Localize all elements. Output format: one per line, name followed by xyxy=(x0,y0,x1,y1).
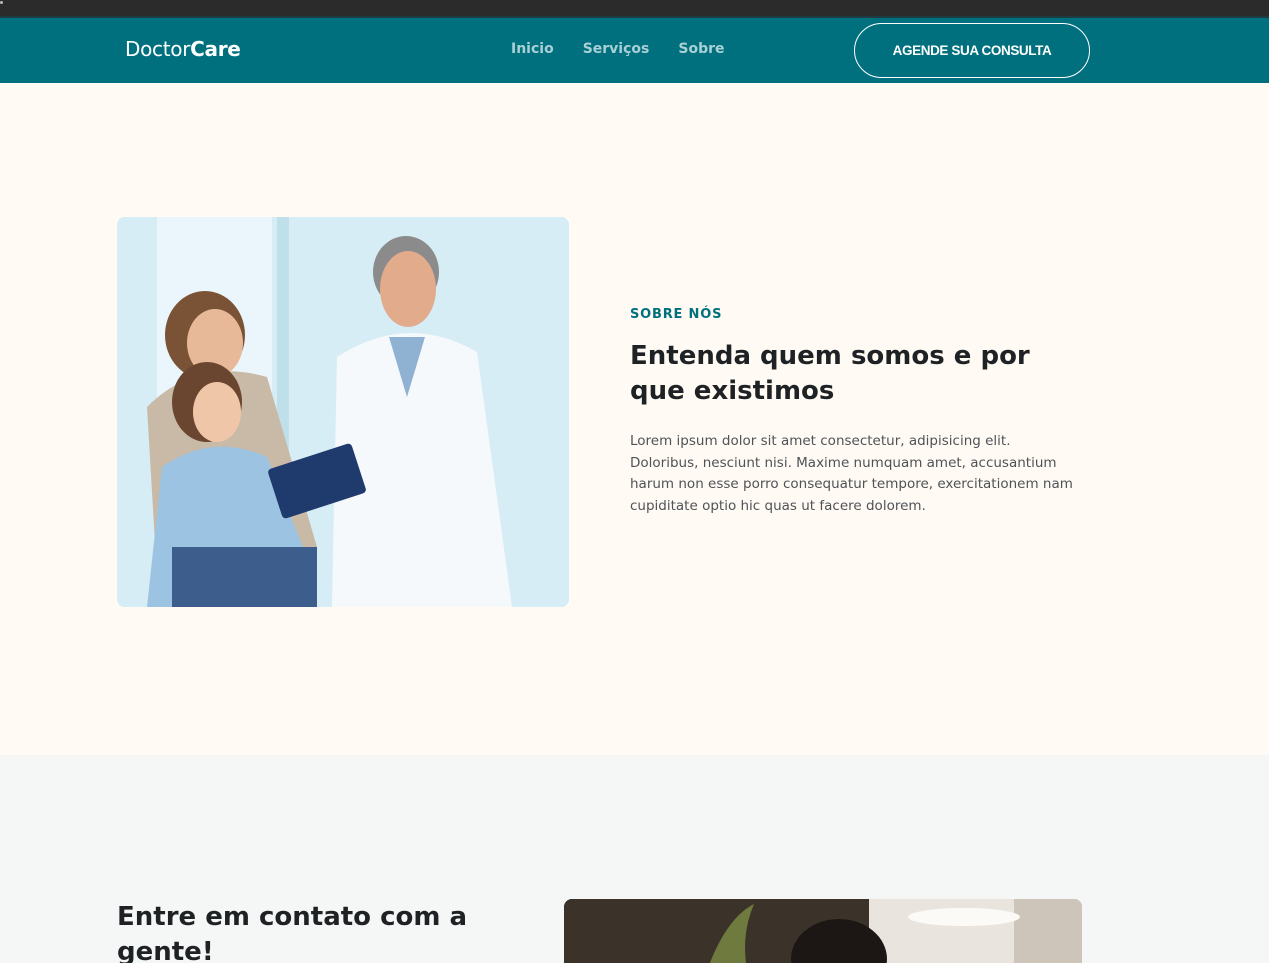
nav-link-servicos[interactable]: Serviços xyxy=(583,41,650,57)
section-eyebrow: SOBRE NÓS xyxy=(630,307,723,322)
nav-link-sobre[interactable]: Sobre xyxy=(678,41,724,57)
about-description: Lorem ipsum dolor sit amet consectetur, … xyxy=(630,433,1073,514)
strip-dot xyxy=(0,1,3,4)
logo[interactable]: DoctorCare xyxy=(125,37,241,61)
contact-photo xyxy=(564,899,1082,963)
contact-photo-illustration xyxy=(564,899,1082,963)
logo-bold: Care xyxy=(190,37,241,61)
contact-section: Entre em contato com a gente! xyxy=(0,755,1269,963)
main-nav: Inicio Serviços Sobre xyxy=(511,41,725,57)
schedule-appointment-button[interactable]: AGENDE SUA CONSULTA xyxy=(854,23,1090,78)
browser-top-strip xyxy=(0,0,1269,16)
logo-regular: Doctor xyxy=(125,37,191,61)
contact-title: Entre em contato com a gente! xyxy=(117,902,468,963)
about-section: SOBRE NÓS Entenda quem somos e por que e… xyxy=(0,83,1269,755)
about-title: Entenda quem somos e por que existimos xyxy=(630,341,1030,406)
about-content: SOBRE NÓS Entenda quem somos e por que e… xyxy=(630,307,1080,517)
doctor-family-illustration xyxy=(117,217,569,607)
site-header: DoctorCare Inicio Serviços Sobre AGENDE … xyxy=(0,16,1269,83)
doctor-family-photo xyxy=(117,217,569,607)
nav-link-inicio[interactable]: Inicio xyxy=(511,41,554,57)
